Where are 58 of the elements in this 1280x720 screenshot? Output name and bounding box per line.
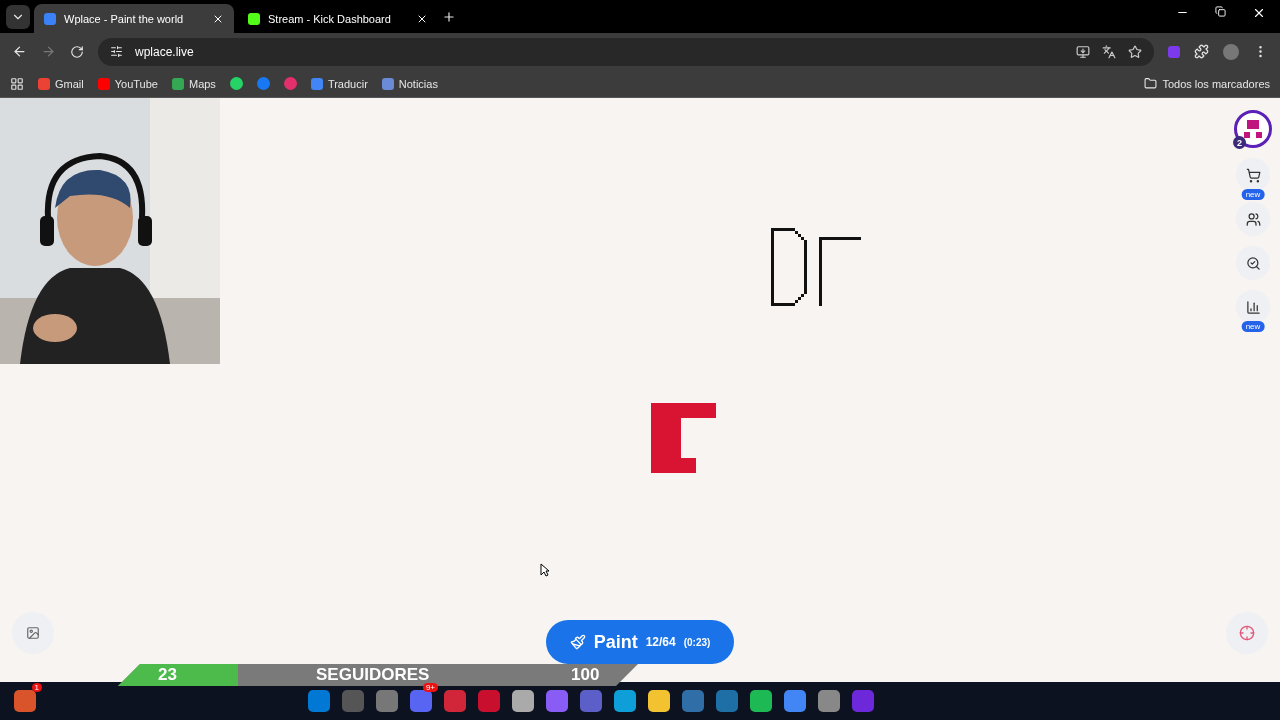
taskbar-app-icon[interactable] (784, 690, 806, 712)
install-icon[interactable] (1076, 44, 1090, 59)
bookmark-link[interactable]: Maps (171, 77, 216, 90)
cursor-icon (540, 563, 550, 577)
bookmark-icon[interactable] (256, 77, 270, 90)
image-icon (26, 626, 40, 640)
forward-icon[interactable] (41, 44, 56, 59)
reload-icon[interactable] (70, 44, 84, 59)
profile-avatar[interactable] (1223, 43, 1239, 60)
users-button[interactable] (1236, 202, 1270, 236)
translate-icon[interactable] (1102, 44, 1116, 59)
taskbar-app-icon[interactable] (512, 690, 534, 712)
new-badge: new (1241, 321, 1265, 332)
browser-tab[interactable]: Stream - Kick Dashboard (238, 4, 438, 33)
address-bar[interactable]: wplace.live (98, 37, 1154, 66)
leaderboard-button[interactable] (1236, 290, 1270, 324)
taskbar-app-icon[interactable] (750, 690, 772, 712)
restore-icon[interactable] (1215, 5, 1226, 17)
taskbar-app-icon[interactable] (818, 690, 840, 712)
pixel-art-drawing (651, 403, 716, 473)
store-button[interactable] (1236, 158, 1270, 192)
notification-badge: 9+ (422, 683, 438, 692)
pixel-avatar-icon (1244, 120, 1262, 138)
paint-button[interactable]: Paint 12/64 (0:23) (546, 620, 734, 664)
all-bookmarks-link[interactable]: Todos los marcadores (1144, 77, 1270, 90)
bookmark-star-icon[interactable] (1128, 44, 1142, 59)
brush-icon (569, 634, 586, 650)
bookmark-link[interactable]: Noticias (381, 77, 438, 90)
followers-goal: 100 (571, 665, 600, 685)
notification-badge: 1 (31, 683, 42, 692)
taskbar-app-icon[interactable] (648, 690, 670, 712)
apps-icon[interactable] (10, 76, 24, 91)
search-icon (1245, 255, 1261, 271)
back-icon[interactable] (12, 44, 27, 59)
followers-label: SEGUIDORES (316, 665, 430, 685)
new-tab-button[interactable] (442, 9, 456, 24)
bookmark-icon[interactable] (229, 77, 243, 90)
cart-icon (1245, 167, 1261, 183)
followers-count: 23 (158, 665, 177, 685)
users-icon (1245, 211, 1261, 227)
level-badge: 2 (1233, 136, 1246, 149)
layers-button[interactable] (12, 612, 54, 654)
extensions-icon[interactable] (1194, 44, 1209, 59)
bookmark-link[interactable]: Gmail (38, 77, 84, 90)
tab-list-button[interactable] (6, 4, 30, 29)
browser-tab[interactable]: Wplace - Paint the world (34, 4, 234, 33)
folder-icon (1144, 77, 1158, 90)
taskbar-app-icon[interactable] (614, 690, 636, 712)
bookmark-icon[interactable] (283, 77, 297, 90)
site-settings-icon[interactable] (110, 45, 123, 58)
new-badge: new (1241, 189, 1265, 200)
search-button[interactable] (1236, 246, 1270, 280)
locate-button[interactable] (1226, 612, 1268, 654)
bookmark-link[interactable]: Traducir (310, 77, 368, 90)
crosshair-icon (1239, 625, 1255, 641)
bookmark-link[interactable]: YouTube (97, 77, 158, 90)
bar-chart-icon (1245, 299, 1261, 315)
profile-button[interactable]: 2 (1234, 110, 1272, 148)
